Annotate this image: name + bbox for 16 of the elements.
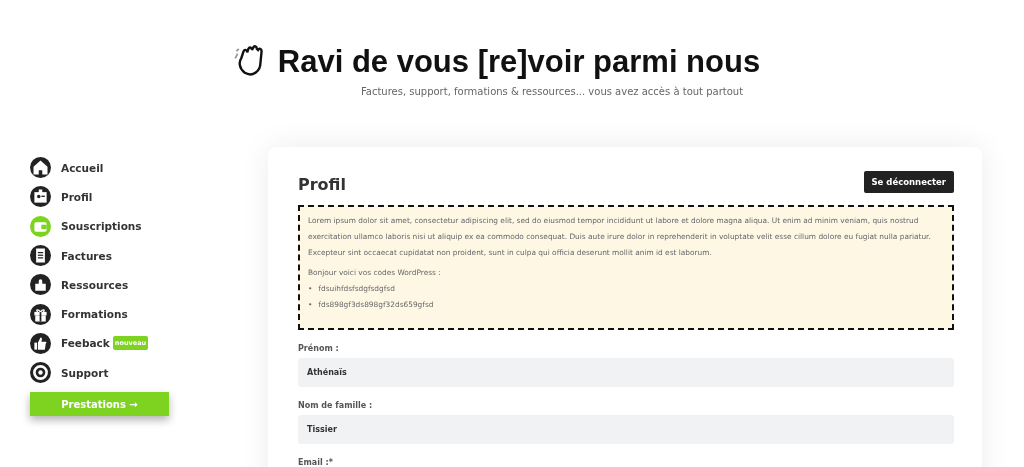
sidebar-item[interactable]: Support — [30, 358, 238, 388]
sidebar-item[interactable]: Factures — [30, 240, 238, 271]
sidebar-item[interactable]: Accueil — [30, 153, 238, 183]
logout-button[interactable]: Se déconnecter — [863, 170, 954, 193]
field-label: Prénom : — [298, 344, 340, 353]
card-title: Profil — [298, 174, 346, 194]
page-title: Ravi de vous [re]voir parmi nous — [277, 44, 761, 80]
field-label: Nom de famille : — [298, 401, 374, 410]
page-subtitle: Factures, support, formations & ressources... vous avez accès à tout partout — [360, 86, 744, 97]
input-field[interactable]: Athénaïs — [298, 358, 954, 387]
sidebar-item[interactable]: Profil — [30, 182, 238, 212]
sidebar-item[interactable]: Ressources — [30, 270, 238, 300]
field-label: Email :* — [298, 458, 334, 467]
input-field[interactable]: Tissier — [298, 415, 954, 444]
sidebar-item[interactable]: Formations — [30, 299, 238, 329]
sidebar-item[interactable]: Souscriptions — [30, 211, 238, 241]
